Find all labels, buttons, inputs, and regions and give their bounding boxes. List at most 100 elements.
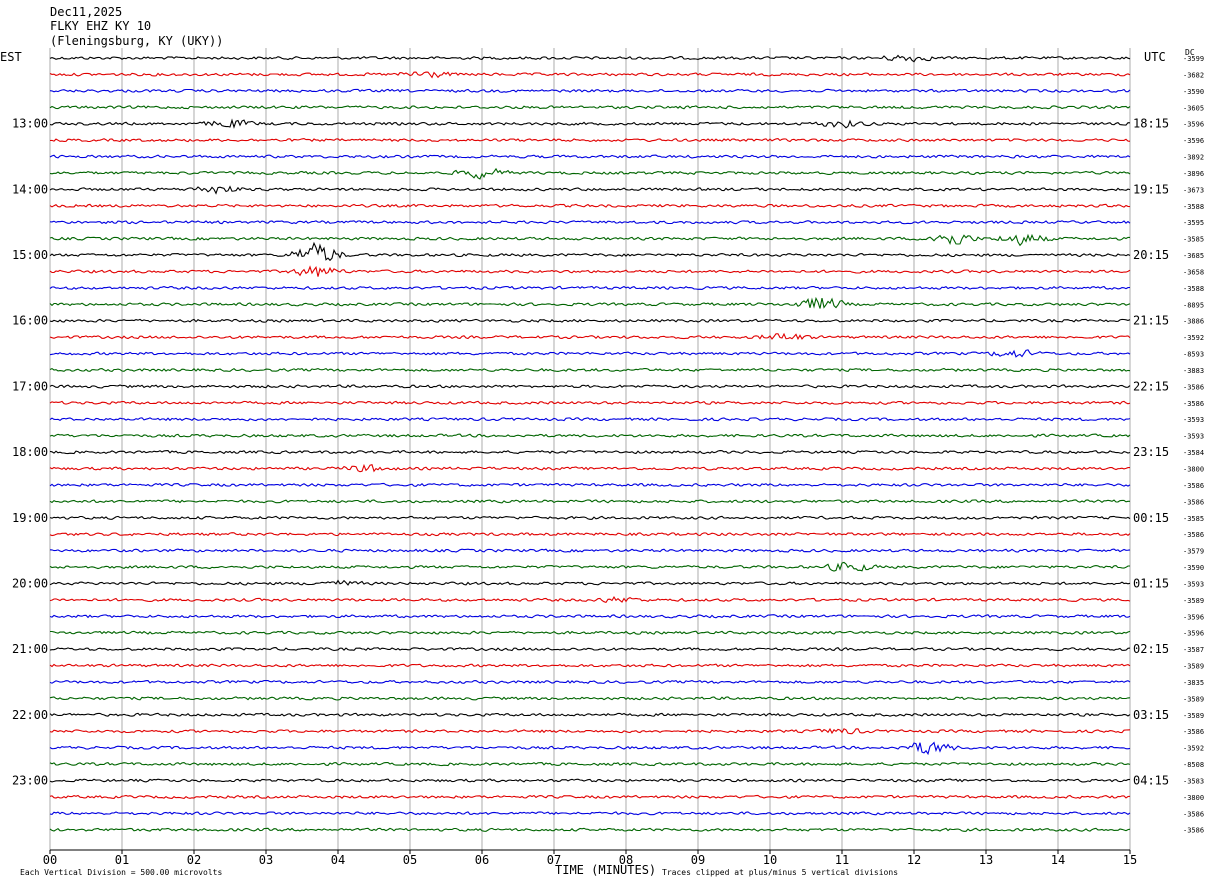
seismic-trace [49,614,1131,619]
seismic-trace [49,203,1131,208]
utc-hour-label: 20:15 [1133,248,1169,262]
seismic-trace [49,154,1131,159]
est-hour-label: 17:00 [12,379,48,393]
seismic-trace [49,696,1131,701]
seismic-trace [49,794,1131,799]
x-tick-label: 15 [1123,853,1137,867]
utc-hour-label: 02:15 [1133,642,1169,656]
est-hour-label: 16:00 [12,314,48,328]
seismic-trace [49,318,1131,323]
seismic-trace [49,433,1131,438]
utc-hour-label: 04:15 [1133,773,1169,787]
dc-offset-label: -3592 [1183,334,1204,342]
dc-offset-label: -3589 [1183,597,1204,605]
dc-offset-label: -3883 [1183,367,1204,375]
seismic-trace [49,663,1131,668]
dc-offset-label: -3588 [1183,203,1204,211]
dc-offset-label: -3592 [1183,745,1204,753]
est-hour-label: 23:00 [12,773,48,787]
dc-offset-label: -3589 [1183,695,1204,703]
dc-offset-label: -3682 [1183,71,1204,79]
dc-offset-label: -3586 [1183,728,1204,736]
seismic-trace [49,679,1131,684]
x-tick-label: 14 [1051,853,1065,867]
dc-offset-label: -3583 [1183,777,1204,785]
x-tick-label: 03 [259,853,273,867]
dc-offset-label: -3586 [1183,810,1204,818]
dc-offset-label: -3886 [1183,318,1204,326]
est-hour-label: 14:00 [12,182,48,196]
x-tick-label: 12 [907,853,921,867]
dc-offset-label: -3800 [1183,466,1204,474]
dc-offset-label: -3892 [1183,154,1204,162]
dc-offset-label: -3590 [1183,88,1204,96]
dc-offset-label: -3587 [1183,646,1204,654]
dc-offset-label: -8895 [1183,301,1204,309]
dc-offset-label: -3586 [1183,531,1204,539]
est-hour-label: 13:00 [12,117,48,131]
dc-offset-label: -8593 [1183,351,1204,359]
seismic-trace [49,241,1131,262]
x-tick-label: 01 [115,853,129,867]
seismic-trace [49,332,1131,341]
seismic-trace [49,827,1131,832]
x-tick-label: 00 [43,853,57,867]
dc-offset-label: -3586 [1183,498,1204,506]
seismic-trace [49,741,1131,756]
dc-offset-label: -3588 [1183,285,1204,293]
seismic-trace [49,515,1131,520]
dc-offset-label: -3596 [1183,613,1204,621]
est-hour-label: 22:00 [12,708,48,722]
utc-hour-label: 21:15 [1133,314,1169,328]
seismic-trace [49,647,1131,652]
x-axis-label: TIME (MINUTES) [555,863,657,877]
dc-offset-label: -3595 [1183,219,1204,227]
seismic-trace [49,596,1131,604]
utc-hour-label: 00:15 [1133,511,1169,525]
dc-offset-label: -3585 [1183,236,1204,244]
seismic-trace [49,761,1131,767]
seismic-trace [49,265,1131,277]
est-hour-label: 18:00 [12,445,48,459]
seismic-trace [49,167,1131,180]
dc-offset-label: -3685 [1183,252,1204,260]
scale-note: Each Vertical Division = 500.00 microvol… [20,868,223,877]
dc-offset-label: -3596 [1183,137,1204,145]
x-tick-label: 13 [979,853,993,867]
seismic-trace [49,220,1131,225]
dc-offset-label: -3584 [1183,449,1204,457]
seismic-trace [49,105,1131,110]
dc-offset-label: -3586 [1183,400,1204,408]
dc-offset-label: -3593 [1183,580,1204,588]
seismic-trace [49,811,1131,816]
seismic-trace [49,367,1131,373]
seismic-trace [49,185,1131,195]
dc-offset-label: -3800 [1183,794,1204,802]
dc-offset-label: -3586 [1183,827,1204,835]
seismic-trace [49,482,1131,487]
seismic-trace [49,54,1131,63]
seismic-trace [49,384,1131,389]
dc-offset-label: -3596 [1183,121,1204,129]
seismic-trace [49,463,1130,473]
seismic-trace [49,349,1131,358]
x-tick-label: 11 [835,853,849,867]
dc-offset-label: -3586 [1183,383,1204,391]
utc-hour-label: 03:15 [1133,708,1169,722]
helicorder-chart: 00 01 02 03 04 05 06 07 08 09 10 11 12 13 14 15-3599-36… [12,48,1204,867]
dc-offset-label: -3599 [1183,55,1204,63]
x-tick-label: 04 [331,853,345,867]
dc-offset-label: -3896 [1183,170,1204,178]
seismic-trace [49,499,1130,504]
dc-offset-label: -8508 [1183,761,1204,769]
seismic-trace [49,71,1131,79]
seismic-trace [49,712,1131,717]
x-tick-label: 06 [475,853,489,867]
dc-offset-label: -3596 [1183,630,1204,638]
x-tick-label: 09 [691,853,705,867]
utc-hour-label: 22:15 [1133,379,1169,393]
est-hour-label: 19:00 [12,511,48,525]
utc-hour-label: 23:15 [1133,445,1169,459]
dc-offset-label: -3589 [1183,712,1204,720]
utc-hour-label: 18:15 [1133,117,1169,131]
